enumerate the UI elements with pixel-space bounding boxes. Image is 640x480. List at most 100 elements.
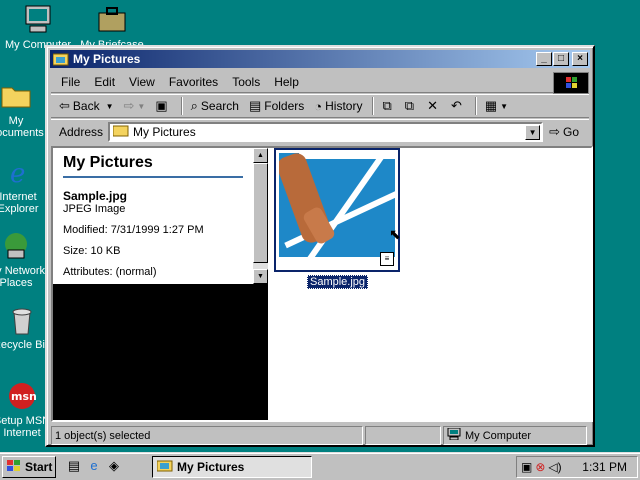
volume-icon[interactable]: ◁) xyxy=(548,460,561,474)
folders-icon: ▤ xyxy=(248,98,262,113)
file-size: Size: 10 KB xyxy=(63,245,121,257)
msn-icon: msn xyxy=(6,380,38,412)
recycle-icon xyxy=(6,304,38,336)
history-icon: ◔ xyxy=(314,98,323,114)
menu-edit[interactable]: Edit xyxy=(94,75,115,89)
windows-logo-icon xyxy=(6,459,22,476)
info-panel: My Pictures Sample.jpg JPEG Image Modifi… xyxy=(53,148,253,284)
up-folder-button[interactable]: ▣ xyxy=(155,98,170,114)
chevron-down-icon: ▼ xyxy=(500,101,509,111)
back-arrow-icon: ⇦ xyxy=(59,98,70,113)
show-desktop-icon[interactable]: ▤ xyxy=(64,458,84,474)
folders-label: Folders xyxy=(264,99,305,113)
maximize-button[interactable]: □ xyxy=(553,52,569,66)
scroll-down-button[interactable]: ▼ xyxy=(253,269,268,284)
folder-icon xyxy=(52,52,69,66)
menu-tools[interactable]: Tools xyxy=(232,75,260,89)
title-bar[interactable]: My Pictures _ □ × xyxy=(50,50,590,68)
scroll-thumb[interactable] xyxy=(253,163,268,263)
ie-icon[interactable]: e xyxy=(84,458,104,474)
copy-to-button[interactable]: ⧉ xyxy=(405,98,417,114)
move-to-button[interactable]: ⧉ xyxy=(382,98,394,114)
file-attributes: Attributes: (normal) xyxy=(63,266,157,278)
address-value: My Pictures xyxy=(133,124,196,139)
scroll-up-button[interactable]: ▲ xyxy=(253,148,268,163)
menu-help[interactable]: Help xyxy=(274,75,299,89)
info-scrollbar[interactable]: ▲ ▼ xyxy=(253,148,268,284)
address-label: Address xyxy=(59,124,104,139)
status-location: My Computer xyxy=(465,429,532,442)
undo-button[interactable]: ↶ xyxy=(451,98,465,114)
toolbar-separator xyxy=(372,97,375,115)
taskbar-button-my-pictures[interactable]: My Pictures xyxy=(152,456,312,478)
ie-icon: e xyxy=(2,156,34,189)
search-icon: ⌕ xyxy=(190,98,198,113)
tray-network-icon[interactable]: ▣ xyxy=(521,460,532,474)
toolbar-separator xyxy=(180,97,183,115)
go-arrow-icon: ⇨ xyxy=(549,123,560,139)
tray-error-icon[interactable]: ⊗ xyxy=(535,460,545,474)
address-bar: Address My Pictures ▼ ⇨ Go xyxy=(51,119,589,143)
move-to-icon: ⧉ xyxy=(382,98,392,113)
task-label: My Pictures xyxy=(177,460,245,474)
menu-favorites[interactable]: Favorites xyxy=(169,75,218,89)
delete-button[interactable]: ✕ xyxy=(427,98,441,114)
file-label[interactable]: Sample.jpg xyxy=(307,275,369,289)
close-button[interactable]: × xyxy=(572,52,588,66)
quick-launch: ▤ e ◈ xyxy=(64,458,124,474)
desktop-icon-my-briefcase[interactable]: My Briefcase xyxy=(76,4,148,51)
search-label: Search xyxy=(200,99,239,113)
explorer-window: My Pictures _ □ × File Edit View Favorit… xyxy=(45,45,595,447)
go-button[interactable]: ⇨ Go xyxy=(549,124,579,140)
chevron-down-icon[interactable]: ▼ xyxy=(137,102,145,111)
computer-icon xyxy=(22,4,54,36)
history-button[interactable]: ◔ History xyxy=(314,99,362,114)
file-type: JPEG Image xyxy=(63,203,126,215)
search-button[interactable]: ⌕ Search xyxy=(191,98,239,114)
views-button[interactable]: ▦ ▼ xyxy=(485,98,508,114)
file-modified: Modified: 7/31/1999 1:27 PM xyxy=(63,224,204,236)
file-thumbnail[interactable]: ≡ xyxy=(274,148,400,272)
address-dropdown-button[interactable]: ▼ xyxy=(525,124,541,140)
status-location-panel: My Computer xyxy=(443,426,587,445)
svg-text:e: e xyxy=(10,159,25,188)
channels-icon[interactable]: ◈ xyxy=(104,458,124,474)
start-label: Start xyxy=(25,460,53,474)
undo-icon: ↶ xyxy=(450,98,462,113)
minimize-button[interactable]: _ xyxy=(536,52,552,66)
briefcase-icon xyxy=(96,4,128,36)
folders-button[interactable]: ▤ Folders xyxy=(249,98,304,114)
clock[interactable]: 1:31 PM xyxy=(582,460,627,474)
views-icon: ▦ xyxy=(484,98,498,113)
address-input[interactable]: My Pictures ▼ xyxy=(108,121,544,142)
status-selected: 1 object(s) selected xyxy=(51,426,363,445)
folder-icon xyxy=(112,124,129,140)
menu-bar: File Edit View Favorites Tools Help xyxy=(51,71,589,93)
computer-icon xyxy=(447,427,461,443)
status-panel-empty xyxy=(365,426,441,445)
copy-to-icon: ⧉ xyxy=(404,98,415,113)
toolbar-separator xyxy=(474,97,477,115)
forward-arrow-icon: ⇨ xyxy=(123,98,135,113)
desktop-icon-my-computer[interactable]: My Computer xyxy=(2,4,74,51)
folder-heading: My Pictures xyxy=(63,154,243,178)
folder-icon xyxy=(156,459,173,475)
info-pane: My Pictures Sample.jpg JPEG Image Modifi… xyxy=(53,148,268,420)
windows-logo-icon xyxy=(553,72,589,94)
network-icon xyxy=(0,230,32,262)
menu-file[interactable]: File xyxy=(61,75,80,89)
chevron-down-icon[interactable]: ▼ xyxy=(106,102,114,111)
toolbar: ⇦ Back ▼ ⇨ ▼ ▣ ⌕ Search ▤ Folders ◔ Hist… xyxy=(51,94,589,118)
history-label: History xyxy=(325,99,363,113)
selected-filename: Sample.jpg xyxy=(63,189,128,203)
folder-icon xyxy=(0,80,32,112)
start-button[interactable]: Start xyxy=(2,456,56,478)
system-tray: ▣ ⊗ ◁) 1:31 PM xyxy=(516,456,638,478)
window-title: My Pictures xyxy=(73,52,141,66)
back-button[interactable]: ⇦ Back ▼ xyxy=(59,98,114,114)
menu-view[interactable]: View xyxy=(129,75,155,89)
delete-icon: ✕ xyxy=(427,98,438,113)
document-icon: ≡ xyxy=(380,252,394,266)
forward-button[interactable]: ⇨ ▼ xyxy=(124,98,146,114)
status-bar: 1 object(s) selected My Computer xyxy=(51,426,589,445)
